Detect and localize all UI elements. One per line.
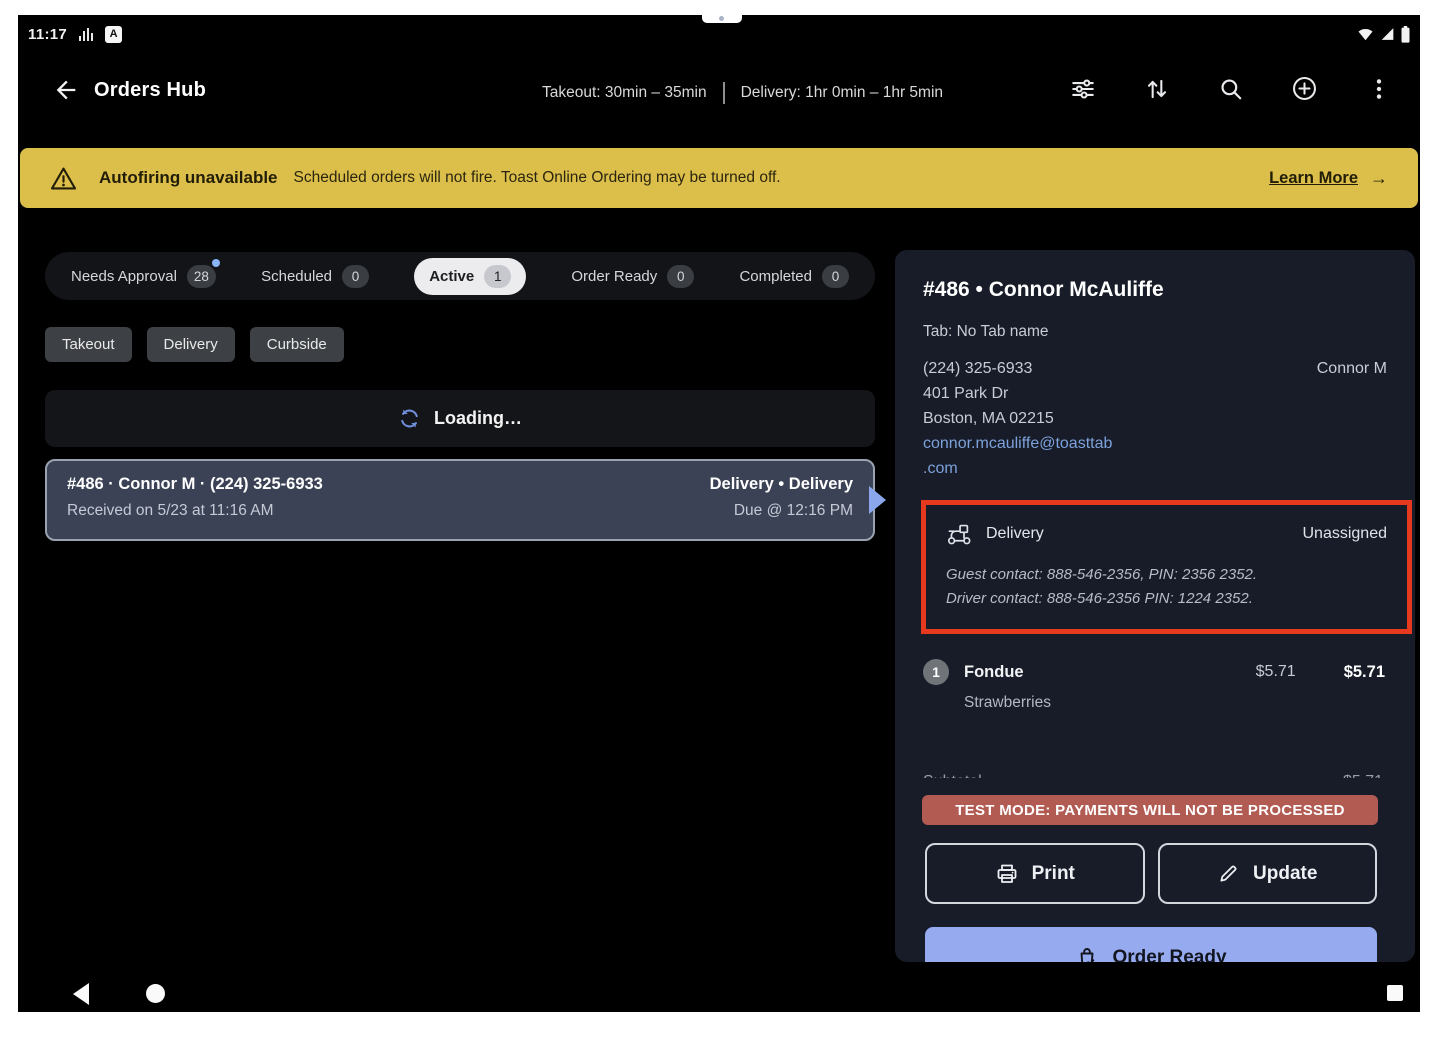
item-total: $5.71 [1344, 663, 1385, 682]
prep-times: Takeout: 30min – 35min Delivery: 1hr 0mi… [542, 82, 943, 104]
page-title: Orders Hub [94, 79, 206, 102]
update-button[interactable]: Update [1158, 843, 1378, 904]
tab-count-badge: 0 [822, 265, 849, 288]
banner-message: Scheduled orders will not fire. Toast On… [294, 169, 781, 187]
add-icon[interactable] [1291, 75, 1318, 102]
app-bar: Orders Hub Takeout: 30min – 35min Delive… [18, 61, 1420, 119]
tab-count-badge: 0 [667, 265, 694, 288]
tab-label: Needs Approval [71, 268, 177, 285]
tab-name-line: Tab: No Tab name [923, 323, 1387, 341]
status-bar: 11:17 A [28, 21, 1410, 47]
chip-takeout[interactable]: Takeout [45, 327, 132, 362]
delivery-label: Delivery [986, 525, 1044, 543]
tab-order-ready[interactable]: Order Ready 0 [571, 265, 694, 288]
cellular-icon [1380, 27, 1395, 41]
print-button[interactable]: Print [925, 843, 1145, 904]
customer-short-name: Connor M [1317, 356, 1387, 381]
search-icon[interactable] [1217, 75, 1244, 102]
print-label: Print [1032, 863, 1075, 885]
arrow-right-icon: → [1370, 168, 1388, 189]
order-card-title: #486 · Connor M · (224) 325-6933 [67, 475, 323, 494]
notification-app-icon: A [105, 26, 122, 43]
nav-recents-icon[interactable] [1387, 985, 1403, 1001]
printer-icon [995, 862, 1019, 886]
item-name: Fondue [964, 663, 1024, 682]
tab-completed[interactable]: Completed 0 [739, 265, 849, 288]
tab-needs-approval[interactable]: Needs Approval 28 [71, 265, 216, 288]
order-ready-label: Order Ready [1112, 947, 1226, 963]
order-ready-button[interactable]: Order Ready [925, 927, 1377, 962]
banner-title: Autofiring unavailable [99, 168, 278, 188]
sort-icon[interactable] [1143, 75, 1170, 102]
battery-icon [1401, 26, 1410, 43]
clock: 11:17 [28, 26, 67, 43]
tab-label: Active [429, 268, 474, 285]
order-card-channel: Delivery • Delivery [710, 475, 853, 494]
bag-check-icon [1075, 946, 1099, 963]
customer-contact-block: (224) 325-6933 Connor M 401 Park Dr Bost… [923, 356, 1387, 481]
scooter-icon [946, 522, 973, 546]
android-nav-bar [18, 975, 1420, 1012]
item-price: $5.71 [1256, 663, 1296, 681]
customer-email-link[interactable]: connor.mcauliffe@toasttab .com [923, 431, 1387, 481]
filter-chips: Takeout Delivery Curbside [45, 327, 344, 362]
tab-count-badge: 0 [342, 265, 369, 288]
loading-label: Loading… [434, 408, 522, 429]
tab-label: Order Ready [571, 268, 657, 285]
page-background: 11:17 A Orders Hub Takeout: 30min – 35mi… [0, 0, 1438, 1038]
clipped-subtotal-row: Subtotal $5.71 [895, 772, 1415, 778]
order-detail-title: #486 • Connor McAuliffe [923, 278, 1387, 302]
autofiring-banner: Autofiring unavailable Scheduled orders … [20, 148, 1418, 208]
update-label: Update [1253, 863, 1317, 885]
order-card-received: Received on 5/23 at 11:16 AM [67, 502, 323, 520]
camera-icon [719, 16, 724, 21]
wifi-icon [1357, 27, 1374, 41]
tab-active[interactable]: Active 1 [414, 258, 526, 295]
takeout-time: Takeout: 30min – 35min [542, 84, 707, 102]
chip-curbside[interactable]: Curbside [250, 327, 344, 362]
driver-contact: Driver contact: 888-546-2356 PIN: 1224 2… [946, 587, 1387, 611]
test-mode-banner: TEST MODE: PAYMENTS WILL NOT BE PROCESSE… [922, 795, 1378, 825]
nav-back-icon[interactable] [73, 983, 89, 1005]
customer-address-line2: Boston, MA 02215 [923, 406, 1387, 431]
delivery-time: Delivery: 1hr 0min – 1hr 5min [741, 84, 943, 102]
tab-count-badge: 28 [187, 265, 216, 288]
pencil-icon [1217, 862, 1240, 885]
tab-scheduled[interactable]: Scheduled 0 [261, 265, 369, 288]
tab-label: Completed [739, 268, 812, 285]
delivery-contacts: Guest contact: 888-546-2356, PIN: 2356 2… [946, 563, 1387, 610]
order-card-due: Due @ 12:16 PM [710, 502, 853, 520]
prep-times-divider [723, 82, 725, 104]
tablet-screen: 11:17 A Orders Hub Takeout: 30min – 35mi… [18, 15, 1420, 1012]
tab-label: Scheduled [261, 268, 332, 285]
warning-icon [50, 166, 77, 191]
nav-home-icon[interactable] [146, 984, 165, 1003]
item-modifier: Strawberries [964, 694, 1387, 712]
camera-notch [702, 15, 742, 23]
order-item-row: 1 Fondue $5.71 $5.71 [923, 659, 1385, 685]
overflow-menu-icon[interactable] [1365, 75, 1392, 102]
loading-indicator: Loading… [45, 390, 875, 447]
learn-more-label: Learn More [1269, 169, 1358, 188]
customer-address-line1: 401 Park Dr [923, 381, 1387, 406]
learn-more-link[interactable]: Learn More → [1269, 168, 1388, 189]
back-arrow-icon[interactable] [52, 76, 80, 104]
signal-bars-icon [79, 28, 93, 41]
order-detail-panel: #486 • Connor McAuliffe Tab: No Tab name… [895, 250, 1415, 962]
refresh-icon [398, 407, 421, 430]
chip-delivery[interactable]: Delivery [147, 327, 235, 362]
selected-order-arrow-icon [869, 486, 886, 514]
order-status-tabs: Needs Approval 28 Scheduled 0 Active 1 O… [45, 252, 875, 300]
item-qty-badge: 1 [923, 659, 949, 685]
tab-count-badge: 1 [484, 265, 511, 288]
delivery-annotation-box: Delivery Unassigned Guest contact: 888-5… [921, 500, 1412, 634]
delivery-status: Unassigned [1303, 525, 1388, 543]
new-orders-dot [212, 259, 220, 267]
guest-contact: Guest contact: 888-546-2356, PIN: 2356 2… [946, 563, 1387, 587]
filter-icon[interactable] [1069, 75, 1096, 102]
order-card[interactable]: #486 · Connor M · (224) 325-6933 Receive… [45, 459, 875, 541]
